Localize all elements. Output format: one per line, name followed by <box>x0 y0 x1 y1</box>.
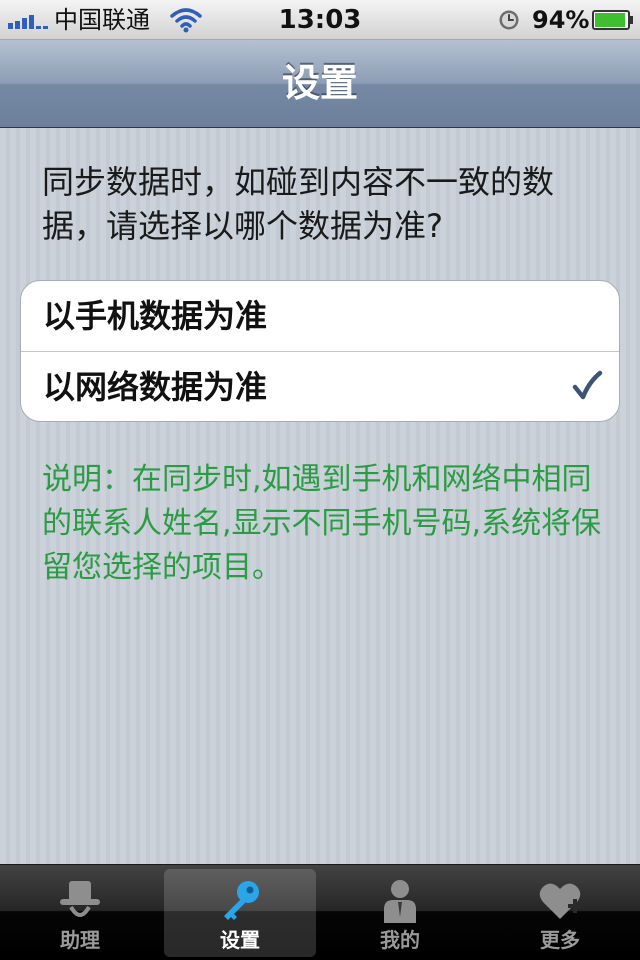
sync-source-options: 以手机数据为准 以网络数据为准 <box>20 280 620 422</box>
person-icon <box>384 880 416 923</box>
clock-lock-icon <box>499 10 519 30</box>
page-title: 设置 <box>281 61 358 105</box>
tab-mine[interactable]: 我的 <box>324 869 476 957</box>
option-label: 以网络数据为准 <box>43 368 268 406</box>
tab-settings[interactable]: 设置 <box>164 869 316 957</box>
battery-icon <box>592 10 633 30</box>
tab-label: 我的 <box>380 928 420 952</box>
option-network-data[interactable]: 以网络数据为准 <box>21 351 619 421</box>
status-bar: 中国联通 13:03 94% <box>0 0 640 40</box>
key-icon <box>224 881 259 920</box>
sync-note: 说明：在同步时,如遇到手机和网络中相同的联系人姓名,显示不同手机号码,系统将保留… <box>42 462 602 585</box>
option-phone-data[interactable]: 以手机数据为准 <box>21 281 619 351</box>
hat-icon <box>60 881 100 917</box>
tab-label: 更多 <box>540 928 580 952</box>
option-label: 以手机数据为准 <box>43 297 268 335</box>
sync-question: 同步数据时，如碰到内容不一致的数据，请选择以哪个数据为准? <box>42 163 555 245</box>
tab-label: 助理 <box>60 928 100 952</box>
navigation-bar: 设置 <box>0 40 640 128</box>
tab-label: 设置 <box>220 928 260 952</box>
heart-plus-icon <box>539 883 582 919</box>
battery-percent: 94% <box>532 6 590 34</box>
checkmark-icon <box>572 370 603 400</box>
tab-bar: 助理 设置 我的 更多 <box>0 864 640 960</box>
tab-assistant[interactable]: 助理 <box>4 869 156 957</box>
tab-more[interactable]: 更多 <box>484 869 636 957</box>
